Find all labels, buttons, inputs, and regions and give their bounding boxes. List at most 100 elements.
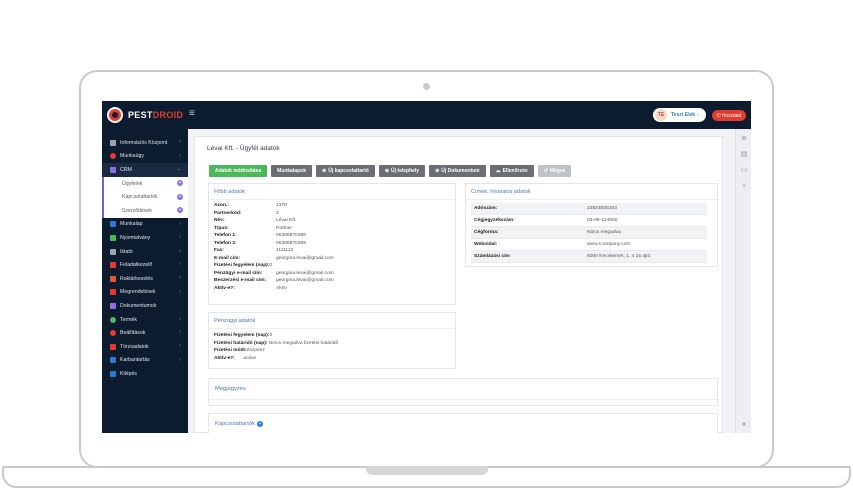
card-title: Kapcsolattartók + <box>215 421 263 427</box>
right-rail: ≣ ▤ ▭ + « <box>735 129 751 433</box>
sidebar-item-megrendelesek[interactable]: Megrendelések › <box>102 286 188 300</box>
gear-icon <box>110 330 116 337</box>
main-data-card: Főbb adatok Azon.: 1370 Partnerkód: 2 Név:… <box>208 183 456 305</box>
app-screen: PESTDROID ≡ TE Teszt Elek › ⏻ Hozzáad In… <box>102 101 751 433</box>
undo-icon: ↺ <box>543 168 548 174</box>
main-data-row: Név: Lévai Kft. <box>214 218 297 223</box>
finance-row: Fizetési fegyelem (nap):0 <box>214 333 273 338</box>
laptop-base-notch <box>366 466 488 475</box>
power-icon: ⏻ <box>716 112 721 119</box>
sidebar-item-label: Kilépés <box>120 370 138 377</box>
cart-icon <box>110 289 116 296</box>
logout-icon <box>110 370 116 377</box>
divider <box>209 328 455 329</box>
sidebar-item-torzsadatok[interactable]: Törzsadatok › <box>102 340 188 354</box>
main-data-row: Telefon 2: 06306970389 <box>214 240 306 246</box>
sidebar-subitem-label: Ügyfelek <box>122 180 143 187</box>
sidebar-item-label: CRM <box>120 166 132 173</box>
add-icon[interactable]: + <box>177 180 183 187</box>
main-data-row: Aktív-e?: Aktív <box>214 285 287 291</box>
clipboard-icon <box>110 221 116 228</box>
sidebar-item-crm[interactable]: CRM ⌄ <box>102 163 188 177</box>
user-name: Teszt Elek <box>671 112 696 118</box>
sidebar-item-label: Karbantartás <box>120 357 150 364</box>
divider <box>209 399 717 400</box>
box-icon <box>110 275 116 282</box>
crm-submenu: Ügyfelek + Kapcsolattartók + Szerződések + <box>102 176 188 218</box>
page-title: Lévai Kft. - Ügyfél adatok <box>207 145 280 152</box>
back-button[interactable]: ↺ Mégse <box>537 165 572 177</box>
sidebar-item-munkaugy[interactable]: Munkaügy › <box>102 150 188 164</box>
home-icon <box>110 139 116 146</box>
user-menu[interactable]: TE Teszt Elek › <box>653 108 706 122</box>
new-site-button[interactable]: ⊕ Új telephely <box>378 165 426 177</box>
button-label: Ellenőrzés <box>502 168 528 174</box>
card-title: Főbb adatok <box>214 189 246 195</box>
sidebar-item-feladatkezelo[interactable]: Feladatkezelő › <box>102 258 188 272</box>
add-contact-icon[interactable]: + <box>256 421 263 427</box>
worksheets-button[interactable]: Munkalapok <box>271 165 313 177</box>
chevron-right-icon: › <box>179 247 181 254</box>
sidebar-item-label: Megrendelések <box>120 289 156 296</box>
menu-toggle-icon[interactable]: ≡ <box>189 109 198 119</box>
finance-row: Aktív-e?: active <box>214 355 257 361</box>
sidebar-subitem-contracts[interactable]: Szerződések + <box>102 203 188 218</box>
sidebar-item-raktarkezeles[interactable]: Raktárkezelés › <box>102 272 188 286</box>
new-document-button[interactable]: ⊕ Új Dokumentum <box>429 165 486 177</box>
add-icon[interactable]: + <box>177 207 183 214</box>
message-icon[interactable]: ▭ <box>740 167 748 175</box>
chevron-right-icon: › <box>179 288 181 295</box>
add-icon[interactable]: + <box>177 193 183 200</box>
plus-circle-icon: ⊕ <box>384 168 390 174</box>
sidebar-item-label: Munkaügy <box>120 153 144 160</box>
sidebar-item-nyomtatvany[interactable]: Nyomtatvány › <box>102 231 188 245</box>
main-data-row: Pénzügyi e-mail cím: georgina.levai@gmail… <box>214 270 334 276</box>
calendar-icon <box>110 262 116 269</box>
sidebar-item-label: Beállítások <box>120 330 146 337</box>
sidebar-item-dokumentumok[interactable]: Dokumentumok <box>102 299 188 313</box>
sidebar-item-karbantartas[interactable]: Karbantartás › <box>102 354 188 368</box>
edit-data-button[interactable]: Adatok módosítása <box>209 165 268 177</box>
sidebar-item-kilepes[interactable]: Kilépés <box>102 367 188 381</box>
new-contact-button[interactable]: ⊕ Új kapcsolattartó <box>316 165 375 177</box>
contacts-title: Kapcsolattartók <box>215 421 255 427</box>
list-icon[interactable]: ≣ <box>740 135 748 143</box>
plus-circle-icon: ⊕ <box>322 168 327 174</box>
sidebar-item-iktato[interactable]: Iktató › <box>102 245 188 259</box>
finance-row: Fizetési határidő (nap): Nincs megadva f… <box>214 340 339 346</box>
printer-icon <box>110 234 116 241</box>
sidebar: Információs Központ › Munkaügy › CRM ⌄ Ügyf… <box>102 129 188 433</box>
sidebar-subitem-customers[interactable]: Ügyfelek + <box>102 176 188 191</box>
sidebar-item-label: Munkalap <box>120 221 143 228</box>
sidebar-item-info-center[interactable]: Információs Központ › <box>102 136 188 150</box>
tag-icon <box>110 316 116 323</box>
sidebar-item-label: Raktárkezelés <box>120 275 153 282</box>
main-data-row: Fax: 1111112 <box>214 248 294 253</box>
chevron-right-icon: › <box>179 315 181 322</box>
sidebar-item-beallitasok[interactable]: Beállítások › <box>102 326 188 340</box>
action-toolbar: Adatok módosítása Munkalapok ⊕ Új kapcsol… <box>209 165 572 177</box>
table-row: Cégforma: Nincs megadva <box>471 227 707 239</box>
top-action-button[interactable]: ⏻ Hozzáad <box>712 110 746 121</box>
chevron-right-icon: › <box>179 342 181 349</box>
chevron-right-icon: › <box>697 112 699 118</box>
collapse-icon[interactable]: « <box>740 421 748 429</box>
sidebar-subitem-contacts[interactable]: Kapcsolattartók + <box>102 190 188 204</box>
contacts-card: Kapcsolattartók + <box>208 413 718 433</box>
file-icon <box>110 302 116 309</box>
wrench-icon <box>110 357 116 364</box>
chevron-right-icon: › <box>179 274 181 281</box>
plus-icon[interactable]: + <box>740 183 748 191</box>
sidebar-item-munkalap[interactable]: Munkalap › <box>102 218 188 232</box>
addresses-table: Adószám: 23923555203 Cégjegyzékszám: 03-09… <box>471 203 707 263</box>
button-label: Mégse <box>549 168 566 174</box>
app-logo[interactable]: PESTDROID <box>107 106 197 124</box>
chevron-right-icon: › <box>179 329 181 336</box>
top-bar: PESTDROID ≡ TE Teszt Elek › ⏻ Hozzáad <box>102 101 751 129</box>
sidebar-item-termek[interactable]: Termék › <box>102 313 188 327</box>
chevron-right-icon: › <box>179 220 181 227</box>
notes-card: Megjegyzés <box>208 378 718 406</box>
document-icon[interactable]: ▤ <box>740 151 748 159</box>
chevron-right-icon: › <box>179 152 181 159</box>
check-button[interactable]: ☁ Ellenőrzés <box>489 165 534 177</box>
